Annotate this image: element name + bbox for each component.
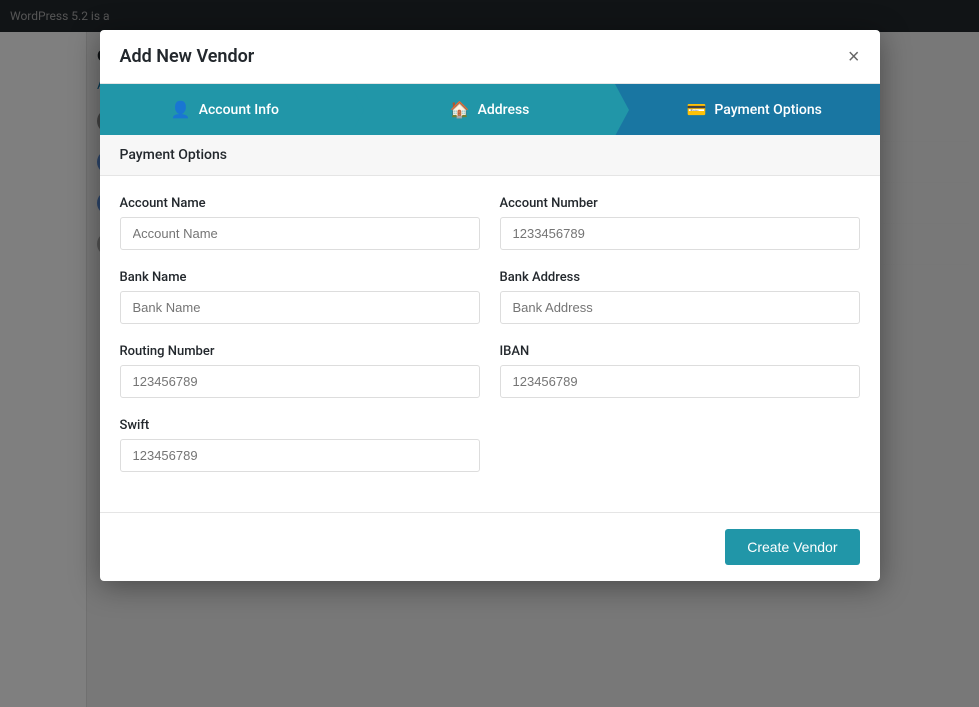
- account-name-label: Account Name: [120, 196, 480, 211]
- bank-address-input[interactable]: [500, 291, 860, 324]
- bank-name-group: Bank Name: [120, 270, 480, 324]
- swift-label: Swift: [120, 418, 480, 433]
- bank-name-label: Bank Name: [120, 270, 480, 285]
- form-row-1: Account Name Account Number: [120, 196, 860, 250]
- bank-address-label: Bank Address: [500, 270, 860, 285]
- payment-options-icon: 💳: [686, 100, 706, 119]
- modal-footer: Create Vendor: [100, 512, 880, 581]
- step-payment-options[interactable]: 💳 Payment Options: [615, 84, 880, 135]
- section-title: Payment Options: [120, 147, 227, 163]
- swift-input[interactable]: [120, 439, 480, 472]
- section-header: Payment Options: [100, 135, 880, 176]
- step-address-label: Address: [478, 102, 530, 118]
- account-number-group: Account Number: [500, 196, 860, 250]
- bank-address-group: Bank Address: [500, 270, 860, 324]
- step-address[interactable]: 🏠 Address: [350, 84, 615, 135]
- routing-number-input[interactable]: [120, 365, 480, 398]
- modal-title: Add New Vendor: [120, 46, 255, 67]
- account-name-group: Account Name: [120, 196, 480, 250]
- swift-group: Swift: [120, 418, 480, 472]
- routing-number-group: Routing Number: [120, 344, 480, 398]
- step-account-info[interactable]: 👤 Account Info: [100, 84, 351, 135]
- iban-group: IBAN: [500, 344, 860, 398]
- step-account-info-label: Account Info: [199, 102, 279, 118]
- create-vendor-button[interactable]: Create Vendor: [725, 529, 859, 565]
- modal-body: Payment Options Account Name Account Num…: [100, 135, 880, 512]
- modal-close-button[interactable]: ×: [848, 47, 860, 67]
- steps-navigation: 👤 Account Info 🏠 Address 💳 Payment Optio…: [100, 84, 880, 135]
- iban-input[interactable]: [500, 365, 860, 398]
- modal-backdrop: Add New Vendor × 👤 Account Info 🏠 Addres…: [0, 0, 979, 707]
- modal-header: Add New Vendor ×: [100, 30, 880, 84]
- account-number-input[interactable]: [500, 217, 860, 250]
- form-row-2: Bank Name Bank Address: [120, 270, 860, 324]
- add-vendor-modal: Add New Vendor × 👤 Account Info 🏠 Addres…: [100, 30, 880, 581]
- address-icon: 🏠: [450, 100, 470, 119]
- payment-form: Account Name Account Number Bank Name: [100, 176, 880, 512]
- account-name-input[interactable]: [120, 217, 480, 250]
- account-number-label: Account Number: [500, 196, 860, 211]
- step-payment-options-label: Payment Options: [714, 102, 821, 118]
- bank-name-input[interactable]: [120, 291, 480, 324]
- form-row-3: Routing Number IBAN: [120, 344, 860, 398]
- routing-number-label: Routing Number: [120, 344, 480, 359]
- account-info-icon: 👤: [171, 100, 191, 119]
- form-row-4: Swift: [120, 418, 860, 472]
- iban-label: IBAN: [500, 344, 860, 359]
